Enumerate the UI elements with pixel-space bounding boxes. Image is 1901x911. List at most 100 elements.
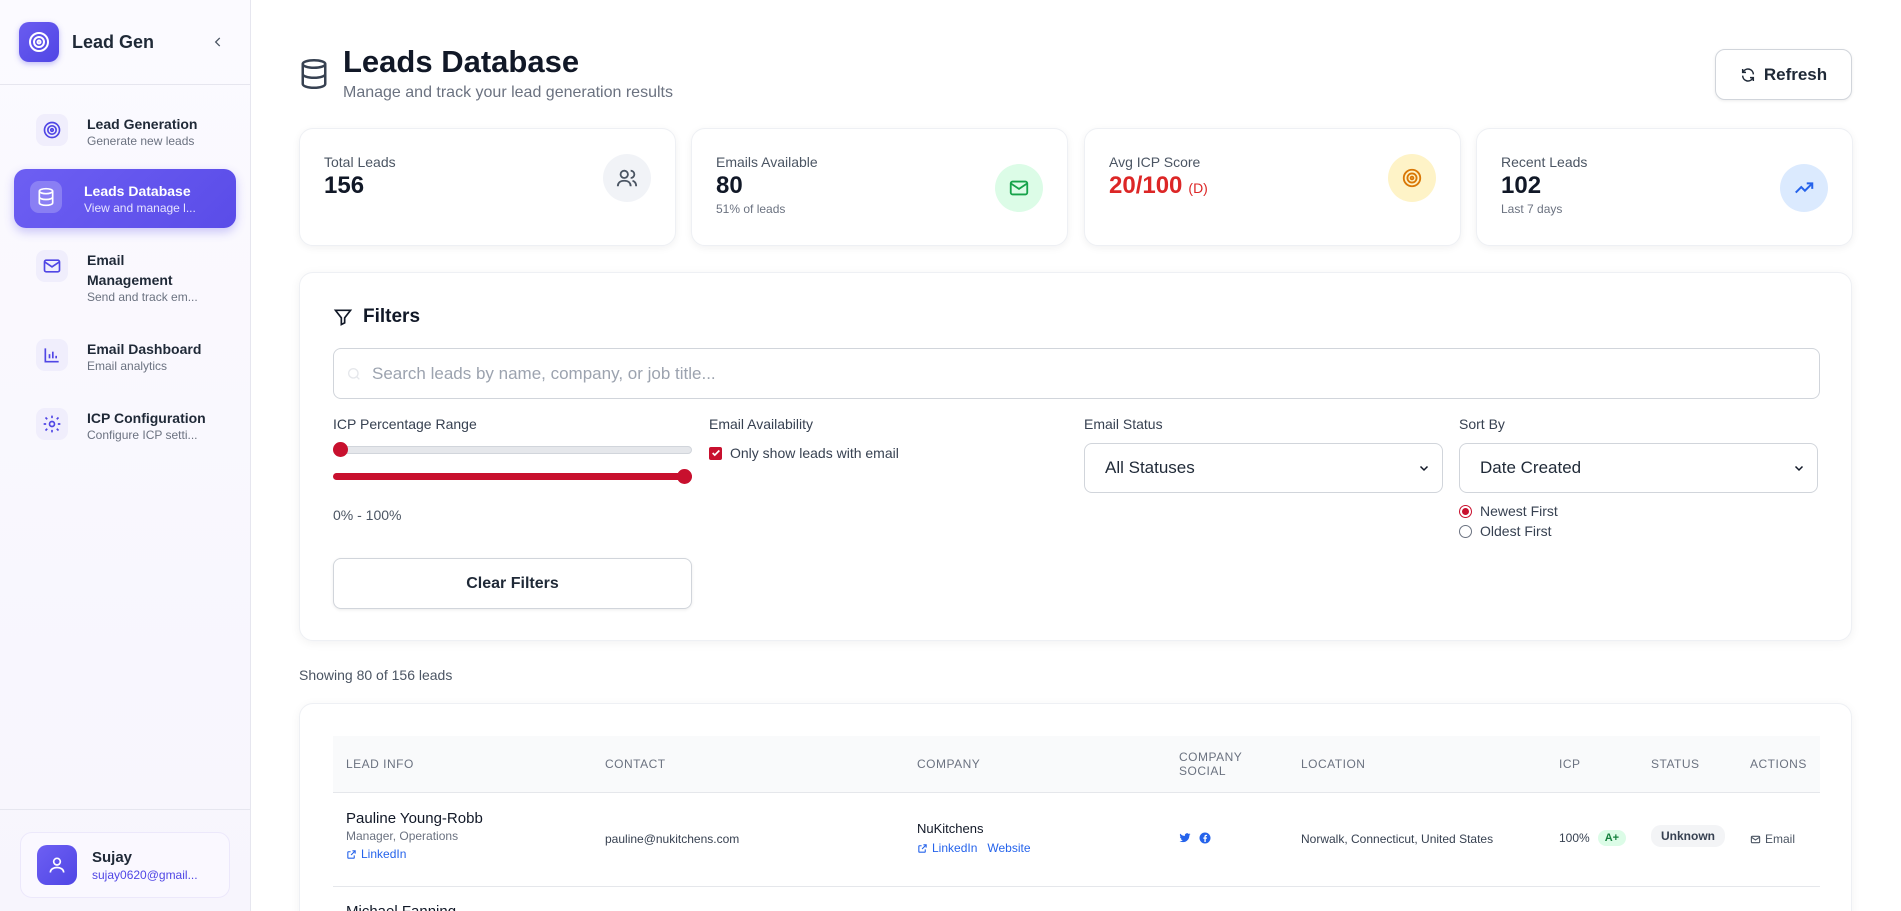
stat-note: 51% of leads	[716, 202, 786, 216]
filters-title: Filters	[363, 306, 421, 327]
company-name: NuKitchens	[917, 821, 984, 836]
company-linkedin-label: LinkedIn	[932, 841, 978, 855]
page-header: Leads Database Manage and track your lea…	[299, 44, 1852, 104]
stat-card-total-leads: Total Leads 156	[299, 128, 676, 246]
filter-icon	[333, 309, 353, 326]
lead-linkedin-link[interactable]: LinkedIn	[346, 847, 483, 861]
icp-score-value: 20/100	[1109, 172, 1183, 199]
column-header: ICP	[1559, 757, 1581, 771]
search-icon	[348, 367, 360, 380]
sidebar-item-email-dashboard[interactable]: Email Dashboard Email analytics	[14, 325, 236, 386]
column-header: LOCATION	[1301, 757, 1366, 771]
sidebar-footer: Sujay sujay0620@gmail...	[0, 809, 250, 911]
email-status-select[interactable]: All Statuses	[1084, 443, 1443, 493]
icp-max-thumb[interactable]	[677, 469, 692, 484]
icp-cell: 100% A+	[1559, 830, 1627, 846]
sort-oldest-radio-row[interactable]: Oldest First	[1459, 523, 1552, 539]
results-count: Showing 80 of 156 leads	[299, 667, 453, 683]
table-row[interactable]: Pauline Young-Robb Manager, Operations L…	[333, 793, 1820, 887]
stat-note: Last 7 days	[1501, 202, 1563, 216]
sidebar-item-leads-database[interactable]: Leads Database View and manage l...	[14, 169, 236, 228]
sidebar-nav: Lead Generation Generate new leads Leads…	[0, 85, 250, 478]
stat-label: Total Leads	[324, 154, 396, 170]
chevron-down-icon	[1419, 465, 1429, 472]
clear-filters-button[interactable]: Clear Filters	[333, 558, 692, 609]
location: Norwalk, Connecticut, United States	[1301, 832, 1494, 846]
sidebar-item-sub: Generate new leads	[87, 134, 195, 148]
sort-newest-radio-row[interactable]: Newest First	[1459, 503, 1558, 519]
sidebar-item-email-management[interactable]: Email Management Send and track em...	[14, 236, 236, 317]
refresh-button[interactable]: Refresh	[1715, 49, 1852, 100]
company-linkedin-link[interactable]: LinkedIn	[917, 841, 977, 855]
user-card[interactable]: Sujay sujay0620@gmail...	[20, 832, 230, 898]
filters-panel: Filters ICP Percentage Range 0% - 100% C…	[299, 272, 1852, 641]
status-cell: Unknown	[1651, 825, 1725, 847]
email-only-label: Only show leads with email	[730, 445, 899, 461]
check-icon	[711, 449, 720, 457]
users-icon	[603, 154, 651, 202]
filters-heading: Filters	[333, 306, 420, 328]
user-email: sujay0620@gmail...	[92, 867, 198, 882]
icp-range-text: 0% - 100%	[333, 507, 402, 523]
external-link-icon	[347, 849, 356, 859]
table-row[interactable]: Michael Fanning	[333, 887, 1820, 911]
icp-grade-badge: A+	[1597, 830, 1627, 846]
gear-icon	[36, 408, 68, 440]
column-header: LEAD INFO	[346, 757, 414, 771]
avatar	[37, 845, 77, 885]
stat-value: 102	[1501, 172, 1542, 199]
company-cell: NuKitchens LinkedIn Website	[917, 821, 1031, 855]
stat-label: Avg ICP Score	[1109, 154, 1201, 170]
target-icon	[36, 114, 68, 146]
email-only-checkbox-row[interactable]: Only show leads with email	[709, 445, 899, 461]
search-input[interactable]	[372, 363, 1772, 384]
icp-min-thumb[interactable]	[333, 442, 348, 457]
sidebar-item-sub: Send and track em...	[87, 290, 198, 304]
sidebar-item-icp-configuration[interactable]: ICP Configuration Configure ICP setti...	[14, 394, 236, 455]
mail-icon	[1750, 835, 1761, 843]
search-box[interactable]	[333, 348, 1820, 399]
trending-up-icon	[1780, 164, 1828, 212]
icp-max-track	[333, 473, 692, 480]
email-availability-label: Email Availability	[709, 416, 814, 432]
refresh-label: Refresh	[1763, 64, 1828, 84]
sidebar-item-label: Email Dashboard	[87, 341, 202, 357]
sort-by-select[interactable]: Date Created	[1459, 443, 1818, 493]
lead-linkedin-label: LinkedIn	[361, 847, 407, 861]
sort-oldest-radio[interactable]	[1459, 524, 1472, 538]
twitter-icon[interactable]	[1179, 832, 1191, 844]
app-name: Lead Gen	[72, 31, 155, 52]
stat-label: Recent Leads	[1501, 154, 1588, 170]
sidebar-item-sub: View and manage l...	[84, 201, 196, 215]
company-social-cell	[1179, 832, 1211, 844]
sidebar-item-label: Leads Database	[84, 183, 191, 199]
column-header: ACTIONS	[1750, 757, 1807, 771]
sort-newest-label: Newest First	[1480, 503, 1558, 519]
email-action-button[interactable]: Email	[1750, 832, 1795, 846]
page-subtitle: Manage and track your lead generation re…	[343, 84, 673, 101]
sort-by-value: Date Created	[1480, 458, 1582, 477]
database-icon	[299, 57, 329, 96]
sidebar-item-label: Lead Generation	[87, 116, 198, 132]
collapse-sidebar-button[interactable]	[206, 30, 230, 54]
icp-percentage: 100%	[1559, 831, 1590, 845]
table-header: LEAD INFO CONTACT COMPANY COMPANY SOCIAL…	[333, 736, 1820, 793]
page-title: Leads Database	[343, 44, 580, 79]
company-website-link[interactable]: Website	[987, 841, 1030, 855]
email-only-checkbox[interactable]	[709, 446, 722, 460]
chevron-left-icon	[214, 37, 221, 47]
facebook-icon[interactable]	[1199, 832, 1211, 844]
sort-by-label: Sort By	[1459, 416, 1505, 432]
app-logo	[19, 22, 59, 62]
database-icon	[30, 181, 62, 213]
column-header: COMPANY SOCIAL	[1179, 750, 1243, 778]
mail-icon	[995, 164, 1043, 212]
sort-newest-radio[interactable]	[1459, 504, 1472, 518]
main-content: Leads Database Manage and track your lea…	[299, 0, 1853, 911]
email-status-value: All Statuses	[1105, 458, 1195, 477]
stat-value: 20/100 (D)	[1109, 172, 1436, 200]
mail-icon	[36, 250, 68, 282]
stats-row: Total Leads 156 Emails Available 80 51% …	[299, 128, 1853, 246]
sidebar-item-lead-generation[interactable]: Lead Generation Generate new leads	[14, 100, 236, 161]
lead-name: Pauline Young-Robb	[346, 810, 483, 827]
